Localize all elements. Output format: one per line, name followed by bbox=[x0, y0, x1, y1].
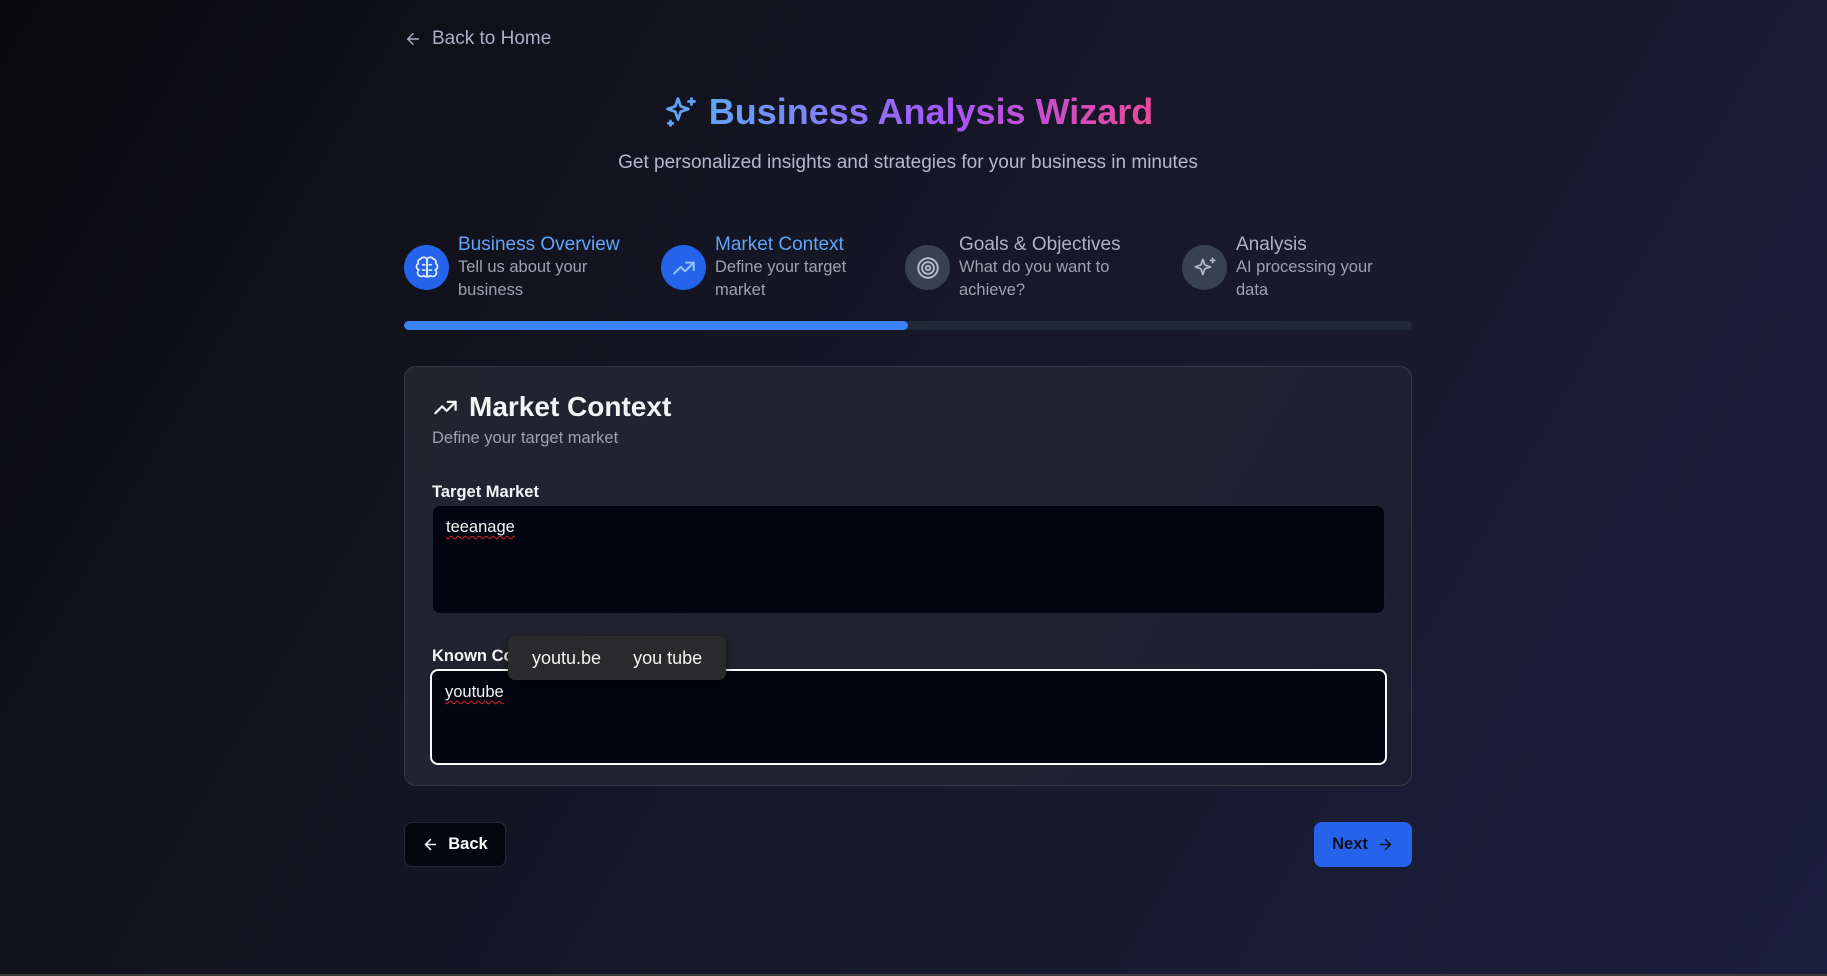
card-subtitle: Define your target market bbox=[432, 429, 619, 447]
back-button-label: Back bbox=[448, 835, 488, 853]
step-badge bbox=[905, 245, 950, 290]
step-goals-objectives[interactable]: Goals & Objectives What do you want to a… bbox=[905, 233, 1129, 302]
sparkles-icon bbox=[1193, 256, 1216, 275]
step-badge bbox=[661, 245, 706, 290]
arrow-left-icon bbox=[407, 33, 419, 45]
known-competitors-value: youtube bbox=[445, 683, 504, 701]
step-title: Market Context bbox=[715, 234, 844, 255]
page-subtitle: Get personalized insights and strategies… bbox=[618, 152, 1198, 173]
trending-up-icon bbox=[434, 400, 457, 414]
target-market-textarea[interactable]: teeanage bbox=[432, 505, 1385, 614]
progress-fill bbox=[404, 321, 908, 330]
step-description: AI processing your data bbox=[1236, 258, 1373, 299]
market-context-card: Market Context Define your target market… bbox=[404, 366, 1412, 786]
step-market-context[interactable]: Market Context Define your target market bbox=[661, 233, 865, 302]
card-title: Market Context bbox=[469, 391, 672, 422]
known-competitors-label: Known Co bbox=[432, 647, 514, 665]
trending-up-icon bbox=[672, 261, 695, 274]
brain-icon bbox=[415, 255, 438, 278]
spellcheck-suggestions: youtu.be you tube bbox=[508, 636, 727, 680]
step-description: Tell us about your business bbox=[458, 258, 588, 299]
suggestion-item[interactable]: youtu.be bbox=[522, 648, 611, 669]
step-badge bbox=[404, 245, 449, 290]
step-description: What do you want to achieve? bbox=[959, 258, 1110, 299]
step-description: Define your target market bbox=[715, 258, 847, 299]
back-to-home-label: Back to Home bbox=[432, 28, 552, 49]
arrow-left-icon bbox=[425, 838, 437, 851]
step-badge bbox=[1182, 245, 1227, 290]
sparkles-icon bbox=[665, 97, 696, 127]
target-market-value: teeanage bbox=[446, 518, 515, 536]
progress-bar bbox=[404, 321, 1412, 330]
next-button[interactable]: Next bbox=[1314, 822, 1412, 867]
back-button[interactable]: Back bbox=[404, 822, 506, 867]
step-business-overview[interactable]: Business Overview Tell us about your bus… bbox=[404, 233, 620, 302]
arrow-right-icon bbox=[1379, 838, 1392, 851]
step-title: Analysis bbox=[1236, 234, 1307, 255]
step-title: Goals & Objectives bbox=[959, 234, 1121, 255]
step-title: Business Overview bbox=[458, 234, 620, 255]
back-to-home-link[interactable]: Back to Home bbox=[404, 28, 551, 50]
page-title: Business Analysis Wizard bbox=[708, 91, 1154, 132]
wizard-steps: Business Overview Tell us about your bus… bbox=[404, 233, 1412, 303]
suggestion-item[interactable]: you tube bbox=[623, 648, 712, 669]
step-analysis[interactable]: Analysis AI processing your data bbox=[1182, 233, 1396, 302]
target-icon bbox=[916, 256, 939, 279]
page-header: Business Analysis Wizard bbox=[404, 90, 1412, 134]
known-competitors-textarea[interactable]: youtube bbox=[430, 669, 1387, 765]
next-button-label: Next bbox=[1332, 835, 1368, 853]
target-market-label: Target Market bbox=[432, 483, 539, 501]
